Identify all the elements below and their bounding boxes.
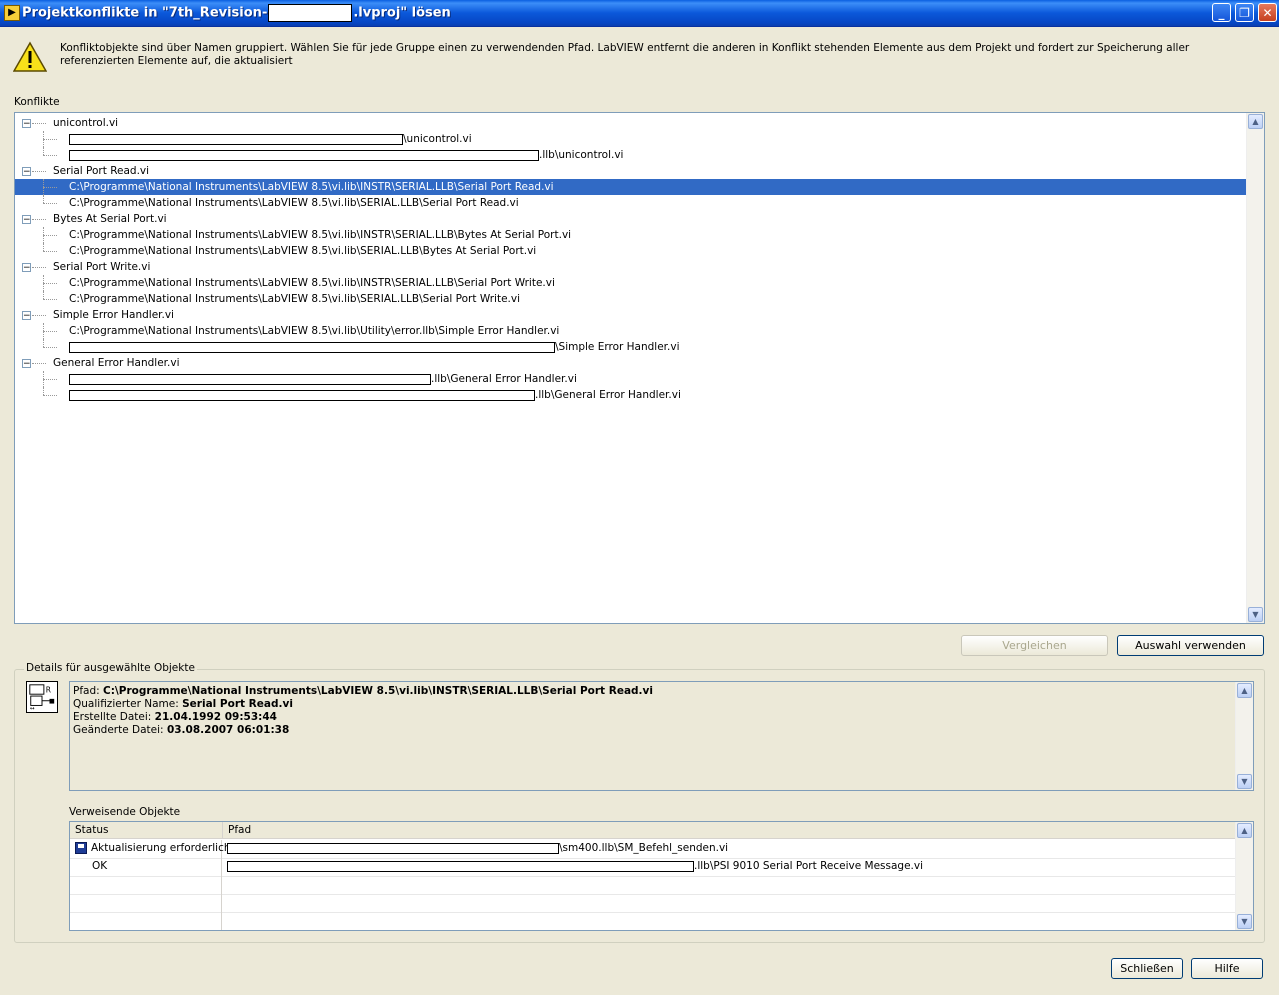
maximize-button[interactable]: ❐ bbox=[1235, 3, 1254, 22]
tree-path-label: \unicontrol.vi bbox=[403, 133, 472, 145]
tree-path-item[interactable]: .llb\General Error Handler.vi bbox=[15, 387, 1247, 403]
column-header-path[interactable]: Pfad bbox=[223, 822, 1236, 839]
references-label: Verweisende Objekte bbox=[69, 806, 181, 818]
table-row[interactable] bbox=[70, 876, 1236, 895]
references-table[interactable]: Status Pfad Aktualisierung erforderlich … bbox=[69, 821, 1254, 931]
redacted-block bbox=[268, 4, 353, 22]
tree-path-item[interactable]: \unicontrol.vi bbox=[15, 131, 1247, 147]
window-title: Projektkonflikte in "7th_Revision- .lvpro… bbox=[22, 4, 451, 22]
table-row[interactable]: OK .llb\PSI 9010 Serial Port Receive Mes… bbox=[70, 858, 1236, 877]
tree-path-label: .llb\General Error Handler.vi bbox=[431, 373, 577, 385]
redacted-block bbox=[69, 341, 555, 353]
tree-group-label: Serial Port Read.vi bbox=[53, 165, 150, 177]
tree-path-label: C:\Programme\National Instruments\LabVIE… bbox=[69, 181, 554, 193]
redacted-block bbox=[69, 373, 431, 385]
tree-group-3[interactable]: − Serial Port Write.vi bbox=[15, 259, 1247, 275]
tree-path-label: .llb\General Error Handler.vi bbox=[535, 389, 681, 401]
tree-path-item[interactable]: C:\Programme\National Instruments\LabVIE… bbox=[15, 323, 1247, 339]
save-disk-icon bbox=[75, 842, 87, 854]
conflicts-label: Konflikte bbox=[14, 96, 60, 108]
collapse-toggle-icon[interactable]: − bbox=[22, 263, 31, 273]
close-window-button[interactable]: ✕ bbox=[1258, 3, 1277, 22]
redacted-block bbox=[227, 860, 694, 872]
table-row[interactable] bbox=[70, 912, 1236, 930]
labview-icon: ▶ bbox=[4, 5, 20, 21]
tree-scrollbar[interactable]: ▲ ▼ bbox=[1246, 113, 1264, 623]
tree-path-label: C:\Programme\National Instruments\LabVIE… bbox=[69, 197, 519, 209]
tree-group-0[interactable]: − unicontrol.vi bbox=[15, 115, 1247, 131]
compare-button[interactable]: Vergleichen bbox=[961, 635, 1108, 656]
tree-path-label: C:\Programme\National Instruments\LabVIE… bbox=[69, 277, 555, 289]
redacted-block bbox=[69, 133, 403, 145]
detail-created: Erstellte Datei: 21.04.1992 09:53:44 bbox=[73, 711, 277, 723]
tree-group-5[interactable]: − General Error Handler.vi bbox=[15, 355, 1247, 371]
redacted-block bbox=[69, 389, 535, 401]
tree-path-label: C:\Programme\National Instruments\LabVIE… bbox=[69, 245, 537, 257]
tree-path-label: \Simple Error Handler.vi bbox=[555, 341, 680, 353]
tree-path-item[interactable]: C:\Programme\National Instruments\LabVIE… bbox=[15, 227, 1247, 243]
tree-group-2[interactable]: − Bytes At Serial Port.vi bbox=[15, 211, 1247, 227]
tree-path-item[interactable]: .llb\General Error Handler.vi bbox=[15, 371, 1247, 387]
collapse-toggle-icon[interactable]: − bbox=[22, 311, 31, 321]
tree-group-label: Serial Port Write.vi bbox=[53, 261, 151, 273]
info-text: Konfliktobjekte sind über Namen gruppier… bbox=[60, 42, 1190, 67]
tree-group-label: Simple Error Handler.vi bbox=[53, 309, 174, 321]
path-cell: .llb\PSI 9010 Serial Port Receive Messag… bbox=[223, 858, 923, 876]
help-button[interactable]: Hilfe bbox=[1191, 958, 1263, 979]
tree-path-label: C:\Programme\National Instruments\LabVIE… bbox=[69, 229, 572, 241]
minimize-button[interactable]: _ bbox=[1212, 3, 1231, 22]
tree-group-label: General Error Handler.vi bbox=[53, 357, 180, 369]
tree-group-4[interactable]: − Simple Error Handler.vi bbox=[15, 307, 1247, 323]
scroll-down-arrow-icon[interactable]: ▼ bbox=[1248, 607, 1263, 622]
warning-icon bbox=[13, 41, 47, 72]
redacted-block bbox=[227, 842, 559, 854]
conflicts-tree[interactable]: − unicontrol.vi \unicontrol.vi .llb\unicont… bbox=[14, 112, 1265, 624]
collapse-toggle-icon[interactable]: − bbox=[22, 119, 31, 129]
scroll-up-arrow-icon[interactable]: ▲ bbox=[1237, 823, 1252, 838]
detail-modified: Geänderte Datei: 03.08.2007 06:01:38 bbox=[73, 724, 290, 736]
status-cell: Aktualisierung erforderlich bbox=[70, 840, 231, 858]
scroll-down-arrow-icon[interactable]: ▼ bbox=[1237, 774, 1252, 789]
tree-group-1[interactable]: − Serial Port Read.vi bbox=[15, 163, 1247, 179]
table-row[interactable]: Aktualisierung erforderlich \sm400.llb\S… bbox=[70, 840, 1236, 859]
collapse-toggle-icon[interactable]: − bbox=[22, 167, 31, 177]
tree-path-item[interactable]: C:\Programme\National Instruments\LabVIE… bbox=[15, 275, 1247, 291]
tree-path-item[interactable]: C:\Programme\National Instruments\LabVIE… bbox=[15, 291, 1247, 307]
use-selection-button[interactable]: Auswahl verwenden bbox=[1117, 635, 1264, 656]
vi-icon: R ↔ bbox=[26, 681, 58, 713]
title-bar[interactable]: ▶ Projektkonflikte in "7th_Revision- .lvp… bbox=[0, 0, 1279, 27]
scroll-down-arrow-icon[interactable]: ▼ bbox=[1237, 914, 1252, 929]
svg-text:↔: ↔ bbox=[30, 706, 35, 712]
path-cell: \sm400.llb\SM_Befehl_senden.vi bbox=[223, 840, 728, 858]
tree-path-label: C:\Programme\National Instruments\LabVIE… bbox=[69, 293, 521, 305]
collapse-toggle-icon[interactable]: − bbox=[22, 215, 31, 225]
scroll-up-arrow-icon[interactable]: ▲ bbox=[1248, 114, 1263, 129]
table-scrollbar[interactable]: ▲ ▼ bbox=[1235, 822, 1253, 930]
collapse-toggle-icon[interactable]: − bbox=[22, 359, 31, 369]
details-legend: Details für ausgewählte Objekte bbox=[24, 662, 197, 674]
detail-scrollbar[interactable]: ▲ ▼ bbox=[1235, 682, 1253, 790]
tree-path-item[interactable]: C:\Programme\National Instruments\LabVIE… bbox=[15, 179, 1247, 195]
svg-text:R: R bbox=[46, 685, 51, 694]
close-button[interactable]: Schließen bbox=[1111, 958, 1183, 979]
tree-group-label: Bytes At Serial Port.vi bbox=[53, 213, 167, 225]
tree-path-label: C:\Programme\National Instruments\LabVIE… bbox=[69, 325, 560, 337]
detail-info-box: Pfad: C:\Programme\National Instruments\… bbox=[69, 681, 1254, 791]
tree-path-item[interactable]: \Simple Error Handler.vi bbox=[15, 339, 1247, 355]
detail-path: Pfad: C:\Programme\National Instruments\… bbox=[73, 685, 653, 697]
redacted-block bbox=[69, 149, 539, 161]
table-row[interactable] bbox=[70, 894, 1236, 913]
tree-path-item[interactable]: C:\Programme\National Instruments\LabVIE… bbox=[15, 195, 1247, 211]
scroll-up-arrow-icon[interactable]: ▲ bbox=[1237, 683, 1252, 698]
tree-group-label: unicontrol.vi bbox=[53, 117, 119, 129]
tree-path-label: .llb\unicontrol.vi bbox=[539, 149, 624, 161]
tree-path-item[interactable]: C:\Programme\National Instruments\LabVIE… bbox=[15, 243, 1247, 259]
column-header-status[interactable]: Status bbox=[70, 822, 223, 839]
tree-path-item[interactable]: .llb\unicontrol.vi bbox=[15, 147, 1247, 163]
detail-qualified-name: Qualifizierter Name: Serial Port Read.vi bbox=[73, 698, 293, 710]
status-cell: OK bbox=[70, 858, 222, 876]
